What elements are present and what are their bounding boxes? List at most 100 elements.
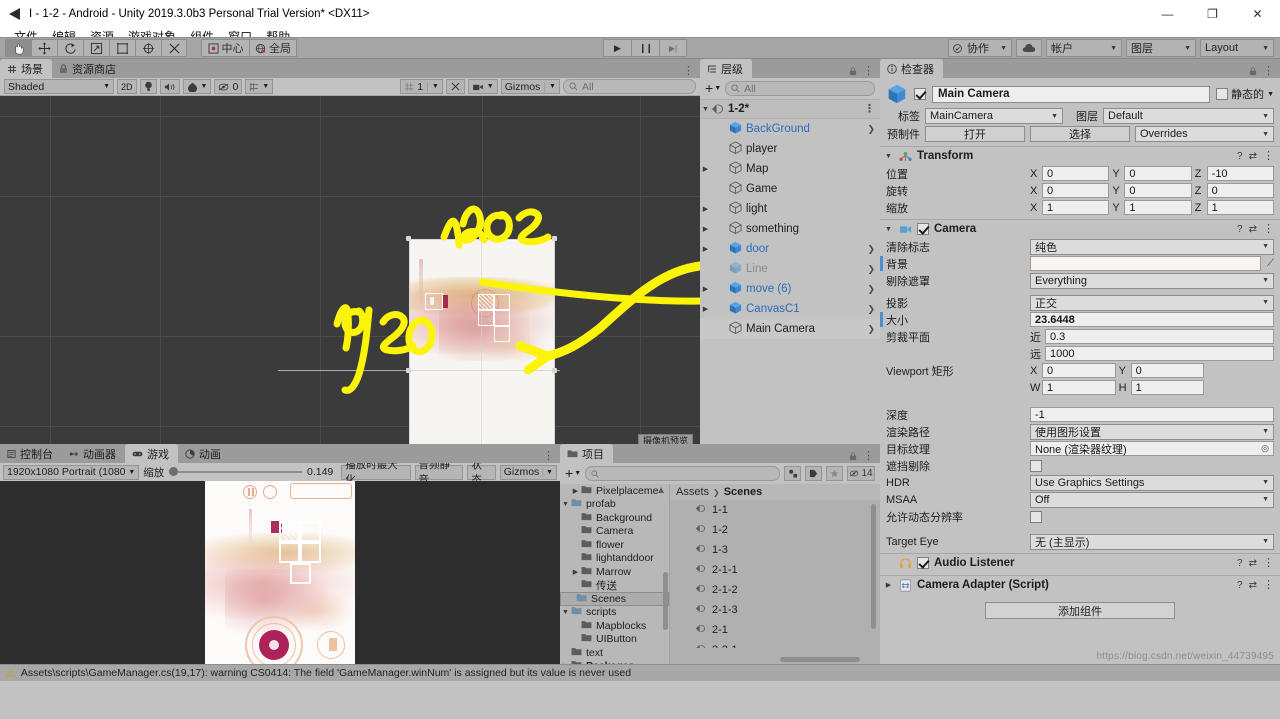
hierarchy-scene-row[interactable]: ▼ 1-2* ⋮ — [700, 99, 880, 119]
hierarchy-item-light[interactable]: ▶ light — [700, 199, 880, 219]
project-asset-2-1-1[interactable]: 2-1-1 — [670, 560, 880, 580]
scale-z-input[interactable]: 1 — [1206, 200, 1274, 215]
position-x-input[interactable]: 0 — [1042, 166, 1110, 181]
project-folder-profab[interactable]: ▼ profab — [560, 498, 669, 512]
scene-snap-dropdown[interactable]: ▼ — [245, 79, 274, 94]
dynamic-res-checkbox[interactable] — [1030, 510, 1042, 523]
chevron-right-icon[interactable]: ▶ — [700, 225, 711, 233]
hierarchy-item-background[interactable]: BackGround ❯ — [700, 119, 880, 139]
hierarchy-item-main-camera[interactable]: Main Camera ❯ — [700, 319, 880, 339]
chevron-right-icon[interactable]: ▶ — [570, 568, 581, 576]
chevron-right-icon[interactable]: ▶ — [883, 581, 894, 589]
pivot-global-button[interactable]: 全局 — [249, 39, 297, 57]
hierarchy-item-map[interactable]: ▶ Map — [700, 159, 880, 179]
move-tool-button[interactable] — [31, 39, 57, 57]
hierarchy-item-door[interactable]: ▶ door ❯ — [700, 239, 880, 259]
audio-listener-menu-icon[interactable]: ⋮ — [1263, 557, 1274, 568]
project-menu-icon[interactable]: ⋮ — [863, 451, 874, 462]
help-icon[interactable]: ? — [1237, 558, 1243, 569]
object-name-input[interactable]: Main Camera — [932, 85, 1211, 103]
position-y-input[interactable]: 0 — [1124, 166, 1192, 181]
project-asset-1-1[interactable]: 1-1 — [670, 500, 880, 520]
shading-mode-dropdown[interactable]: Shaded ▼ — [4, 79, 114, 94]
prefab-open-arrow-icon[interactable]: ❯ — [867, 324, 875, 335]
hierarchy-scene-menu-icon[interactable]: ⋮ — [864, 103, 875, 114]
clear-flags-dropdown[interactable]: 纯色 ▼ — [1030, 238, 1274, 255]
step-button[interactable]: ▶| — [659, 39, 687, 57]
hand-tool-button[interactable] — [5, 39, 31, 57]
occlusion-checkbox[interactable] — [1030, 459, 1042, 472]
mode-2d-toggle[interactable]: 2D — [117, 79, 137, 94]
custom-tool-button[interactable] — [161, 39, 187, 57]
scene-audio-toggle[interactable] — [159, 79, 180, 94]
tab-game[interactable]: 游戏 — [125, 444, 178, 463]
layer-dropdown[interactable]: Default ▼ — [1103, 108, 1274, 124]
game-scale-slider[interactable]: 缩放 0.149 — [143, 465, 333, 480]
status-bar[interactable]: ⚠ Assets\scripts\GameManager.cs(19,17): … — [0, 664, 1280, 681]
size-input[interactable]: 23.6448 — [1030, 312, 1274, 327]
hierarchy-item-game[interactable]: Game — [700, 179, 880, 199]
chevron-down-icon[interactable]: ▼ — [560, 501, 571, 508]
scene-grid-dropdown[interactable]: 1 | ▼ — [400, 79, 443, 94]
tab-animation[interactable]: 动画 — [178, 444, 230, 463]
scale-slider-knob[interactable] — [169, 467, 179, 476]
maximize-button[interactable]: ❐ — [1190, 0, 1235, 28]
preset-icon[interactable]: ⇄ — [1249, 580, 1257, 591]
project-asset-list[interactable]: Assets ❯ Scenes 1-1 1-2 1-3 2-1-1 2-1-2 2-1-3… — [670, 484, 880, 664]
prefab-open-arrow-icon[interactable]: ❯ — [867, 124, 875, 135]
inspector-menu-icon[interactable]: ⋮ — [1263, 66, 1274, 77]
lock-icon[interactable] — [849, 67, 857, 76]
scene-gizmos-dropdown[interactable]: Gizmos | ▼ — [500, 79, 560, 94]
tab-animator[interactable]: 动画器 — [62, 444, 125, 463]
project-asset-2-1[interactable]: 2-1 — [670, 620, 880, 640]
project-asset-2-2-1[interactable]: 2-2-1 — [670, 640, 880, 648]
scale-x-input[interactable]: 1 — [1042, 200, 1110, 215]
viewport-x-input[interactable]: 0 — [1042, 363, 1116, 378]
eyedropper-icon[interactable]: ⟋ — [1267, 258, 1274, 269]
hdr-dropdown[interactable]: Use Graphics Settings ▼ — [1030, 474, 1274, 491]
preset-icon[interactable]: ⇄ — [1249, 224, 1257, 235]
minimize-button[interactable]: — — [1145, 0, 1190, 28]
project-folder-uibutton[interactable]: UIButton — [560, 633, 669, 647]
target-eye-dropdown[interactable]: 无 (主显示) ▼ — [1030, 533, 1274, 550]
asset-list-scrollbar[interactable] — [871, 504, 876, 629]
scene-lighting-toggle[interactable] — [139, 79, 157, 94]
viewport-h-input[interactable]: 1 — [1130, 380, 1205, 395]
viewport-y-input[interactable]: 0 — [1130, 363, 1205, 378]
hierarchy-menu-icon[interactable]: ⋮ — [863, 66, 874, 77]
transform-tool-button[interactable] — [135, 39, 161, 57]
chevron-right-icon[interactable]: ▶ — [700, 165, 711, 173]
msaa-dropdown[interactable]: Off ▼ — [1030, 491, 1274, 508]
camera-adapter-header[interactable]: ▶ Camera Adapter (Script) ? ⇄ ⋮ — [880, 575, 1280, 594]
layout-dropdown[interactable]: Layout ▼ — [1200, 39, 1274, 57]
scene-camera-dropdown[interactable]: ▼ — [467, 79, 498, 94]
close-button[interactable]: ✕ — [1235, 0, 1280, 28]
camera-menu-icon[interactable]: ⋮ — [1263, 223, 1274, 234]
tab-hierarchy[interactable]: 层级 — [700, 59, 752, 78]
scale-y-input[interactable]: 1 — [1124, 200, 1192, 215]
project-asset-1-3[interactable]: 1-3 — [670, 540, 880, 560]
rotate-tool-button[interactable] — [57, 39, 83, 57]
help-icon[interactable]: ? — [1237, 224, 1243, 235]
layers-dropdown[interactable]: 图层 ▼ — [1126, 39, 1196, 57]
preset-icon[interactable]: ⇄ — [1249, 558, 1257, 569]
prefab-open-arrow-icon[interactable]: ❯ — [867, 264, 875, 275]
project-folder-pixelplaceme[interactable]: ▶ Pixelplaceme — [560, 484, 669, 498]
culling-mask-dropdown[interactable]: Everything ▼ — [1030, 272, 1274, 289]
breadcrumb-scenes[interactable]: Scenes — [724, 486, 763, 498]
project-folder-[interactable]: 传送 — [560, 579, 669, 593]
folder-tree-scrollbar[interactable] — [663, 572, 668, 630]
project-folder-marrow[interactable]: ▶ Marrow — [560, 565, 669, 579]
prefab-open-button[interactable]: 打开 — [925, 126, 1025, 142]
hidden-assets-count[interactable]: 14 — [847, 466, 875, 481]
scale-tool-button[interactable] — [83, 39, 109, 57]
mute-audio-button[interactable]: 音频静音 — [414, 459, 464, 486]
play-button[interactable]: ▶ — [603, 39, 631, 57]
pivot-center-button[interactable]: 中心 — [201, 39, 249, 57]
rotation-y-input[interactable]: 0 — [1124, 183, 1192, 198]
project-folder-camera[interactable]: Camera — [560, 525, 669, 539]
chevron-down-icon[interactable]: ▼ — [560, 609, 571, 616]
project-folder-flower[interactable]: flower — [560, 538, 669, 552]
rendering-path-dropdown[interactable]: 使用图形设置 ▼ — [1030, 423, 1274, 440]
favorites-button[interactable] — [826, 466, 843, 481]
